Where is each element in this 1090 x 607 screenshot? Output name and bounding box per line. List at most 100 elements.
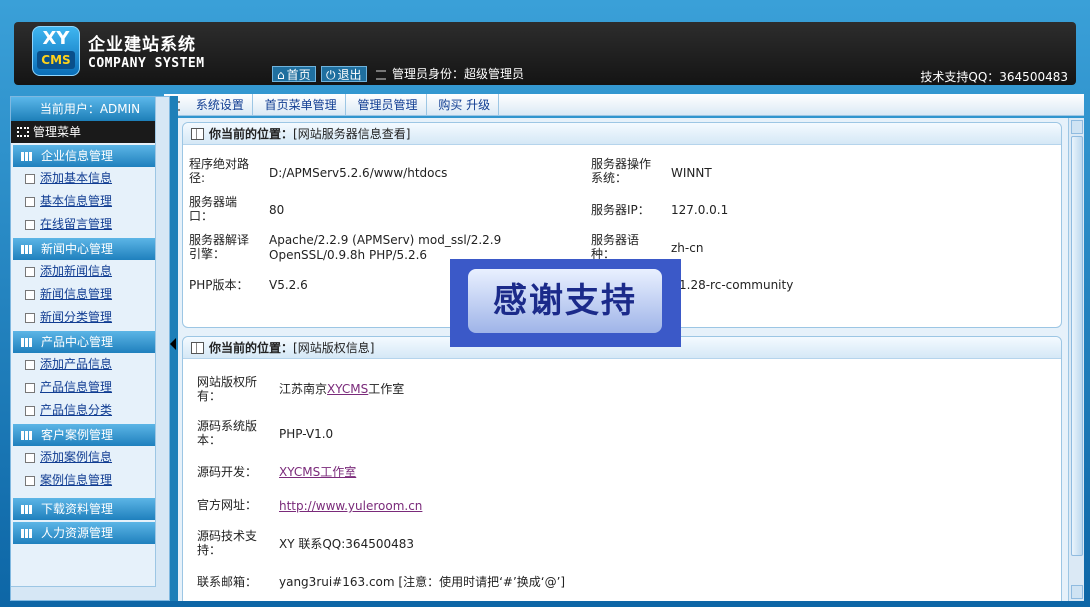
group-label: 企业信息管理 xyxy=(41,149,114,163)
label-language: 服务器语种： xyxy=(591,233,640,261)
page-icon xyxy=(25,197,35,207)
page-icon xyxy=(25,174,35,184)
position-label: 你当前的位置： xyxy=(209,127,294,141)
content-vertical-scrollbar[interactable] xyxy=(1068,118,1084,601)
folder-icon xyxy=(21,245,33,254)
sidebar-horizontal-scrollbar[interactable] xyxy=(11,586,156,600)
value-mysql: 1.28-rc-community xyxy=(679,278,794,292)
page-icon xyxy=(25,476,35,486)
label-php: PHP版本： xyxy=(189,278,249,292)
value-support: XY 联系QQ:364500483 xyxy=(279,537,415,551)
item-product-manage[interactable]: 产品信息管理 xyxy=(11,376,169,399)
brand-subtitle: COMPANY SYSTEM xyxy=(88,56,205,71)
menu-title-label: 管理菜单 xyxy=(33,125,82,139)
item-add-case[interactable]: 添加案例信息 xyxy=(11,446,169,469)
value-email: yang3rui#163.com [注意：使用时请把‘#’换成‘@’] xyxy=(279,575,566,589)
xycms-link[interactable]: XYCMS xyxy=(327,382,368,396)
home-icon: ⌂ xyxy=(277,68,285,82)
position-value: [网站版权信息] xyxy=(293,341,375,355)
item-case-manage[interactable]: 案例信息管理 xyxy=(11,469,169,492)
power-icon: ⏻ xyxy=(326,68,336,82)
item-label: 基本信息管理 xyxy=(40,194,113,208)
thanks-text: 感谢支持 xyxy=(468,269,662,333)
scroll-thumb[interactable] xyxy=(1071,136,1083,556)
value-language: zh-cn xyxy=(671,241,704,255)
group-company[interactable]: 企业信息管理 xyxy=(13,145,167,167)
admin-identity-text: 管理员身份：超级管理员 xyxy=(392,67,525,81)
item-add-news[interactable]: 添加新闻信息 xyxy=(11,260,169,283)
website-link[interactable]: http://www.yuleroom.cn xyxy=(279,499,422,514)
scroll-down-arrow-icon[interactable] xyxy=(1071,585,1083,599)
page-icon xyxy=(25,313,35,323)
home-button[interactable]: ⌂ 首页 xyxy=(272,66,316,82)
label-engine: 服务器解译引擎： xyxy=(189,233,250,261)
item-news-category[interactable]: 新闻分类管理 xyxy=(11,306,169,329)
sidebar-vertical-scrollbar[interactable] xyxy=(155,97,169,600)
main-content: 你当前的位置：[网站服务器信息查看] 程序绝对路径: D:/APMServ5.2… xyxy=(178,118,1068,601)
developer-link[interactable]: XYCMS工作室 xyxy=(279,465,356,480)
item-label: 添加基本信息 xyxy=(40,171,113,185)
group-product[interactable]: 产品中心管理 xyxy=(13,331,167,353)
page-icon xyxy=(25,453,35,463)
server-panel-header: 你当前的位置：[网站服务器信息查看] xyxy=(183,123,1061,145)
value-port: 80 xyxy=(269,203,285,217)
collapse-arrow-icon[interactable] xyxy=(170,338,176,350)
page-icon xyxy=(25,220,35,230)
label-email: 联系邮箱： xyxy=(197,575,258,589)
sidebar-splitter[interactable] xyxy=(170,96,178,601)
nav-admin-manage[interactable]: 管理员管理 xyxy=(350,94,427,116)
value-path: D:/APMServ5.2.6/www/htdocs xyxy=(269,166,448,180)
folder-icon xyxy=(21,152,33,161)
item-label: 添加新闻信息 xyxy=(40,264,113,278)
item-add-basic[interactable]: 添加基本信息 xyxy=(11,167,169,190)
item-label: 新闻信息管理 xyxy=(40,287,113,301)
item-message-manage[interactable]: 在线留言管理 xyxy=(11,213,169,236)
brand-title: 企业建站系统 xyxy=(88,35,196,55)
item-product-category[interactable]: 产品信息分类 xyxy=(11,399,169,422)
group-news[interactable]: 新闻中心管理 xyxy=(13,238,167,260)
value-os: WINNT xyxy=(671,166,712,180)
folder-icon xyxy=(21,431,33,440)
value-copyright: 江苏南京XYCMS工作室 xyxy=(279,382,404,397)
group-cases[interactable]: 客户案例管理 xyxy=(13,424,167,446)
item-label: 在线留言管理 xyxy=(40,217,113,231)
label-ip: 服务器IP： xyxy=(591,203,650,217)
nav-system-settings[interactable]: 系统设置 xyxy=(188,94,253,116)
position-label: 你当前的位置： xyxy=(209,341,294,355)
item-label: 案例信息管理 xyxy=(40,473,113,487)
item-label: 产品信息分类 xyxy=(40,403,113,417)
item-label: 产品信息管理 xyxy=(40,380,113,394)
label-developer: 源码开发： xyxy=(197,465,258,479)
logout-button[interactable]: ⏻ 退出 xyxy=(321,66,367,82)
folder-icon xyxy=(21,505,33,514)
item-label: 新闻分类管理 xyxy=(40,310,113,324)
grid-icon xyxy=(17,127,29,137)
label-copyright: 网站版权所有： xyxy=(197,375,258,403)
label-version: 源码系统版本： xyxy=(197,419,258,447)
item-basic-manage[interactable]: 基本信息管理 xyxy=(11,190,169,213)
item-label: 添加产品信息 xyxy=(40,357,113,371)
page-icon xyxy=(25,267,35,277)
logo: XY CMS xyxy=(32,26,80,76)
group-label: 产品中心管理 xyxy=(41,335,114,349)
thanks-overlay: 感谢支持 xyxy=(450,259,681,347)
group-label: 新闻中心管理 xyxy=(41,242,114,256)
nav-buy-upgrade[interactable]: 购买 升级 xyxy=(430,94,500,116)
label-website: 官方网址： xyxy=(197,498,258,512)
group-hr[interactable]: 人力资源管理 xyxy=(13,522,167,544)
item-add-product[interactable]: 添加产品信息 xyxy=(11,353,169,376)
page-icon xyxy=(25,406,35,416)
page-icon xyxy=(25,383,35,393)
item-label: 添加案例信息 xyxy=(40,450,113,464)
logout-button-label: 退出 xyxy=(337,68,362,82)
nav-home-menu[interactable]: 首页菜单管理 xyxy=(257,94,346,116)
group-downloads[interactable]: 下载资料管理 xyxy=(13,498,167,520)
window-icon xyxy=(191,342,204,354)
value-ip: 127.0.0.1 xyxy=(671,203,729,217)
window-icon xyxy=(191,128,204,140)
group-label: 客户案例管理 xyxy=(41,428,114,442)
menu-title: 管理菜单 xyxy=(11,121,169,143)
item-news-manage[interactable]: 新闻信息管理 xyxy=(11,283,169,306)
group-label: 人力资源管理 xyxy=(41,526,114,540)
scroll-up-arrow-icon[interactable] xyxy=(1071,120,1083,134)
